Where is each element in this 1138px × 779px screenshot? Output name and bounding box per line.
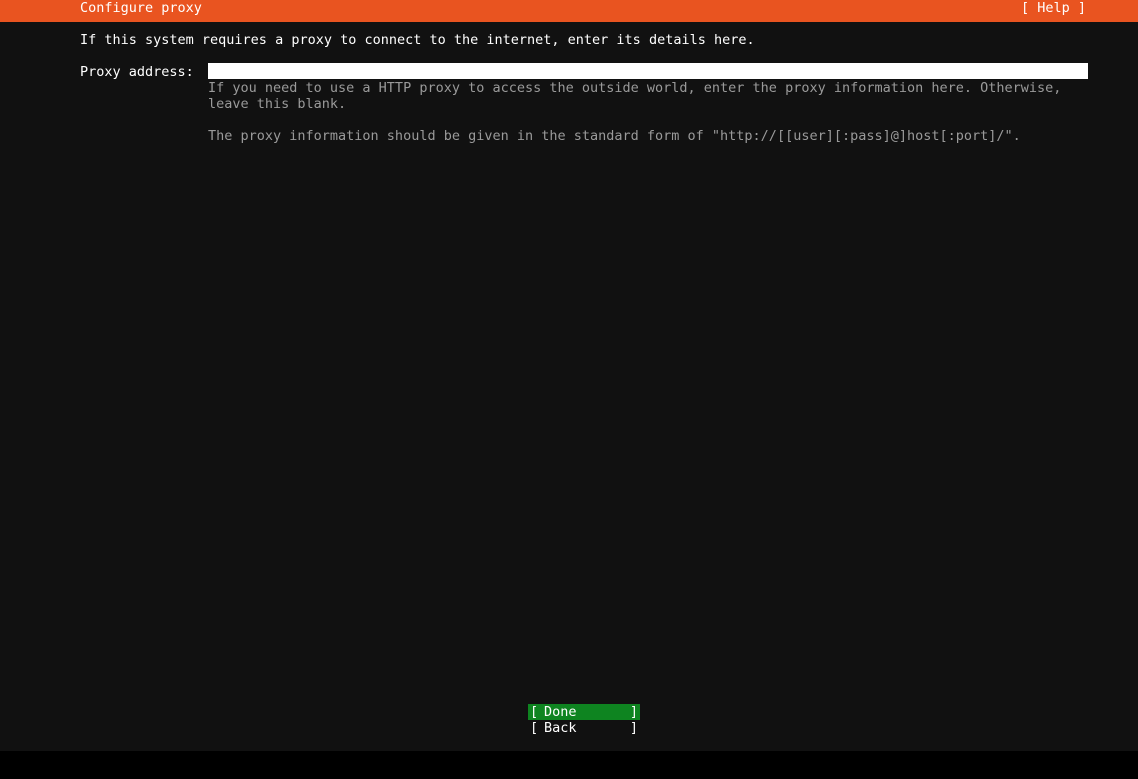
proxy-address-input[interactable] [208,63,1088,79]
proxy-format-hint: The proxy information should be given in… [208,128,1021,144]
back-button[interactable]: [ Back ] [528,720,640,736]
installer-screen: Configure proxy [ Help ] If this system … [0,0,1138,751]
done-bracket-right: ] [629,704,638,720]
back-bracket-right: ] [629,720,638,736]
intro-text: If this system requires a proxy to conne… [80,32,755,48]
page-title: Configure proxy [80,0,202,16]
done-bracket-left: [ [530,704,539,720]
help-button[interactable]: [ Help ] [1021,0,1086,16]
proxy-address-label: Proxy address: [80,64,194,80]
title-bar: Configure proxy [ Help ] [0,0,1138,22]
back-bracket-left: [ [530,720,539,736]
done-button[interactable]: [ Done ] [528,704,640,720]
back-button-label: Back [544,720,577,736]
proxy-hint-text: If you need to use a HTTP proxy to acces… [208,80,1070,112]
done-button-label: Done [544,704,577,720]
